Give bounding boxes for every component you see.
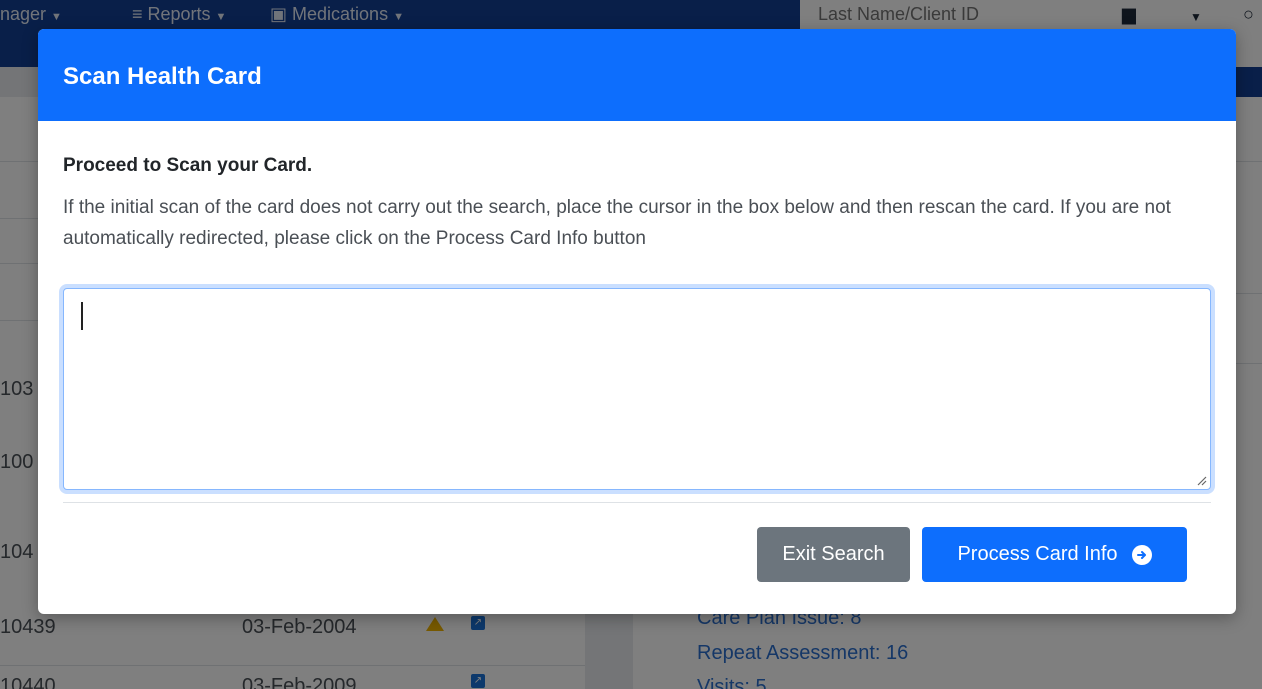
scan-card-textarea[interactable]	[64, 289, 1210, 489]
process-card-info-label: Process Card Info	[957, 543, 1118, 565]
scan-instructions: If the initial scan of the card does not…	[63, 197, 1171, 249]
exit-search-button[interactable]: Exit Search	[757, 527, 910, 582]
scan-input-wrapper	[63, 288, 1211, 490]
exit-search-label: Exit Search	[782, 543, 885, 565]
resize-handle-icon[interactable]	[1195, 474, 1207, 486]
arrow-right-circle-icon	[1131, 544, 1152, 565]
modal-title: Scan Health Card	[63, 63, 262, 90]
modal-body: Proceed to Scan your Card. If the initia…	[38, 121, 1236, 254]
modal-footer-divider	[63, 502, 1211, 503]
modal-header: Scan Health Card	[38, 29, 1236, 121]
text-cursor	[81, 302, 83, 330]
process-card-info-button[interactable]: Process Card Info	[922, 527, 1187, 582]
scan-subheading: Proceed to Scan your Card.	[63, 155, 313, 176]
scan-health-card-modal: Scan Health Card Proceed to Scan your Ca…	[38, 29, 1236, 614]
